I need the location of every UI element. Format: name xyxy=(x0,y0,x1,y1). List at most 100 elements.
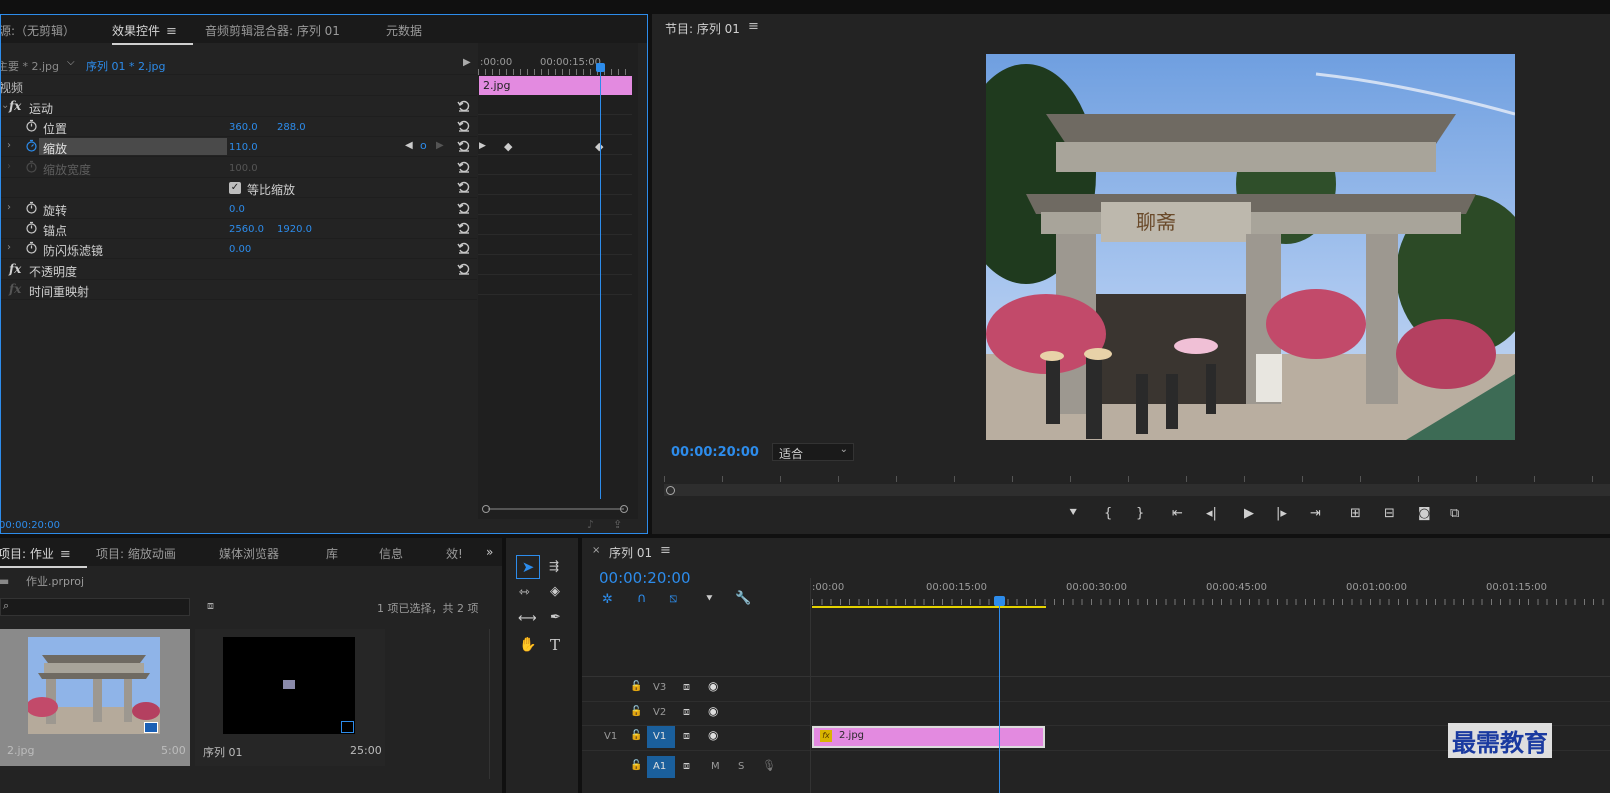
tab-libraries[interactable]: 库 xyxy=(326,545,338,562)
slip-tool-icon[interactable]: ⟷ xyxy=(518,611,537,626)
tab-effects[interactable]: 效! xyxy=(446,545,463,562)
pen-tool-icon[interactable]: ✒ xyxy=(550,610,561,625)
track-header-v3[interactable]: 🔓 V3 ⧈ ◉ xyxy=(582,677,810,701)
reset-icon[interactable] xyxy=(457,180,471,194)
type-tool-icon[interactable]: T xyxy=(550,636,560,654)
prev-keyframe-icon[interactable]: ◀ xyxy=(405,140,413,151)
microphone-icon[interactable]: 🎙 xyxy=(762,759,776,772)
stopwatch-active-icon[interactable] xyxy=(25,139,38,152)
project-item[interactable]: 序列 01 25:00 xyxy=(195,629,385,766)
export-icon[interactable]: ⇪ xyxy=(613,518,622,531)
prop-scale[interactable]: › 缩放 110.0 ◀ o ▶ xyxy=(1,137,477,157)
fx-icon[interactable]: fx xyxy=(9,262,21,276)
eye-icon[interactable]: ◉ xyxy=(708,704,718,718)
stopwatch-icon[interactable] xyxy=(25,241,38,254)
tab-info[interactable]: 信息 xyxy=(379,545,403,562)
source-patch-v1[interactable]: V1 xyxy=(604,731,617,742)
sync-lock-icon[interactable]: ⧈ xyxy=(683,759,690,773)
effect-opacity[interactable]: fx 不透明度 xyxy=(1,260,477,280)
panel-menu-icon[interactable]: ≡ xyxy=(748,19,759,34)
scale-value[interactable]: 110.0 xyxy=(229,142,258,153)
solo-button[interactable]: S xyxy=(738,761,744,772)
eye-icon[interactable]: ◉ xyxy=(708,728,718,742)
sync-lock-icon[interactable]: ⧈ xyxy=(683,705,690,719)
sync-lock-icon[interactable]: ⧈ xyxy=(683,729,690,743)
step-forward-icon[interactable]: |▸ xyxy=(1276,506,1287,521)
position-x-value[interactable]: 360.0 xyxy=(229,122,258,133)
selection-tool-icon[interactable]: ➤ xyxy=(516,555,540,579)
reset-icon[interactable] xyxy=(457,119,471,133)
prop-anchor[interactable]: 锚点 2560.0 1920.0 xyxy=(1,219,477,239)
snap-icon[interactable]: ∩ xyxy=(637,591,647,606)
timeline-playhead-handle[interactable] xyxy=(994,596,1005,606)
project-search-input[interactable]: ⌕ xyxy=(0,598,190,616)
lock-icon[interactable]: 🔓 xyxy=(630,760,642,771)
linked-selection-icon[interactable]: ⧅ xyxy=(669,591,677,606)
stopwatch-icon[interactable] xyxy=(25,119,38,132)
new-search-bin-icon[interactable]: ⧈ xyxy=(207,599,214,613)
stopwatch-icon[interactable] xyxy=(25,221,38,234)
sync-lock-icon[interactable]: ⧈ xyxy=(683,680,690,694)
effect-mini-timeline[interactable]: :00:00 00:00:15:00 2.jpg ▶ ◆ ◆ xyxy=(478,43,638,519)
panel-menu-icon[interactable]: ≡ xyxy=(60,547,71,562)
project-scrollbar[interactable] xyxy=(489,629,490,779)
prop-flicker[interactable]: › 防闪烁滤镜 0.00 xyxy=(1,239,477,259)
lock-icon[interactable]: 🔓 xyxy=(630,730,642,741)
panel-menu-icon[interactable]: ≡ xyxy=(166,24,177,39)
camera-icon[interactable]: ◙ xyxy=(1418,506,1431,521)
fit-dropdown[interactable]: 适合 ⌄ xyxy=(772,443,854,461)
go-to-in-icon[interactable]: ⇤ xyxy=(1172,506,1183,521)
tab-metadata[interactable]: 元数据 xyxy=(386,22,422,39)
add-marker-icon[interactable]: ⯆ xyxy=(1068,506,1078,521)
add-keyframe-icon[interactable]: o xyxy=(420,139,427,152)
lock-icon[interactable]: 🔓 xyxy=(630,706,642,717)
effect-time-remap[interactable]: fx 时间重映射 xyxy=(1,280,477,300)
mini-playhead-handle[interactable] xyxy=(596,63,605,72)
track-header-v2[interactable]: 🔓 V2 ⧈ ◉ xyxy=(582,702,810,726)
program-scrubber-handle[interactable] xyxy=(666,486,675,495)
timeline-clip-2jpg[interactable]: fx 2.jpg xyxy=(812,726,1045,748)
mark-in-icon[interactable]: { xyxy=(1104,506,1112,521)
tab-source[interactable]: 源:（无剪辑） xyxy=(1,22,75,39)
stopwatch-icon[interactable] xyxy=(25,201,38,214)
rotation-value[interactable]: 0.0 xyxy=(229,204,245,215)
tab-audio-clip-mixer[interactable]: 音频剪辑混合器: 序列 01 xyxy=(205,22,340,39)
project-item-selected[interactable]: 2.jpg 5:00 xyxy=(0,629,190,766)
next-keyframe-icon[interactable]: ▶ xyxy=(436,140,444,151)
effect-motion[interactable]: ⌄ fx 运动 xyxy=(1,97,477,117)
hand-tool-icon[interactable]: ✋ xyxy=(519,637,536,653)
chevron-down-icon[interactable]: ⌵ xyxy=(67,57,75,68)
reset-icon[interactable] xyxy=(457,99,471,113)
track-header-v1[interactable]: V1 🔓 V1 ⧈ ◉ xyxy=(582,726,810,750)
lift-icon[interactable]: ⊞ xyxy=(1350,506,1361,521)
step-back-icon[interactable]: ◂| xyxy=(1206,506,1217,521)
track-select-tool-icon[interactable]: ⇶ xyxy=(549,559,559,573)
mute-button[interactable]: M xyxy=(711,761,720,772)
mini-clip-bar[interactable]: 2.jpg xyxy=(479,76,632,95)
track-header-a1[interactable]: 🔓 A1 ⧈ M S 🎙 xyxy=(582,756,810,780)
anchor-x-value[interactable]: 2560.0 xyxy=(229,224,264,235)
panel-menu-icon[interactable]: ≡ xyxy=(660,543,671,558)
tab-effect-controls[interactable]: 效果控件 ≡ xyxy=(112,22,193,45)
program-timecode[interactable]: 00:00:20:00 xyxy=(671,445,759,460)
go-to-out-icon[interactable]: ⇥ xyxy=(1310,506,1321,521)
play-icon[interactable]: ▶ xyxy=(1244,506,1254,521)
fx-icon[interactable]: fx xyxy=(9,99,21,113)
mark-out-icon[interactable]: } xyxy=(1136,506,1144,521)
play-only-clip-icon[interactable]: ▶ xyxy=(463,57,471,68)
compare-view-icon[interactable]: ⧉ xyxy=(1450,506,1459,521)
timeline-timecode[interactable]: 00:00:20:00 xyxy=(599,569,691,587)
expand-caret-icon[interactable]: › xyxy=(7,202,11,213)
work-area-bar[interactable] xyxy=(812,606,1046,608)
prop-rotation[interactable]: › 旋转 0.0 xyxy=(1,199,477,219)
ripple-edit-tool-icon[interactable]: ⇿ xyxy=(519,585,530,600)
uniform-scale-checkbox[interactable]: ✓ xyxy=(229,182,241,194)
filter-audio-icon[interactable]: ♪ xyxy=(587,518,594,531)
lock-icon[interactable]: 🔓 xyxy=(630,681,642,692)
position-y-value[interactable]: 288.0 xyxy=(277,122,306,133)
effect-timecode[interactable]: 00:00:20:00 xyxy=(1,520,60,531)
add-marker-icon[interactable]: ⯆ xyxy=(705,592,714,606)
reset-icon[interactable] xyxy=(457,139,471,153)
prop-uniform-scale[interactable]: ✓ 等比缩放 xyxy=(1,178,477,198)
program-scrubber-bar[interactable] xyxy=(664,484,1610,496)
